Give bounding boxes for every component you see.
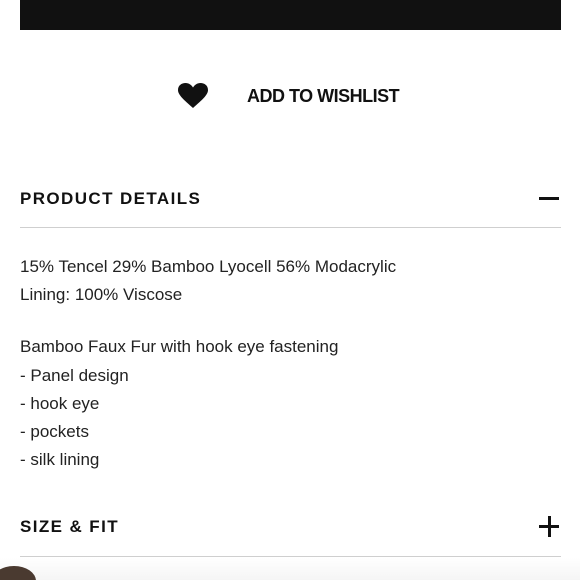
feature-item: - silk lining [20, 450, 100, 470]
feature-item: - pockets [20, 422, 89, 442]
divider [20, 227, 561, 228]
section-title: SIZE & FIT [20, 517, 119, 536]
add-to-wishlist-button[interactable]: ADD TO WISHLIST [178, 78, 400, 114]
divider [20, 556, 561, 557]
product-details-header[interactable]: PRODUCT DETAILS [20, 186, 561, 212]
wishlist-label: ADD TO WISHLIST [247, 85, 400, 106]
plus-icon[interactable] [538, 516, 560, 538]
description-line: Bamboo Faux Fur with hook eye fastening [20, 337, 339, 357]
product-page: ADD TO WISHLIST PRODUCT DETAILS 15% Tenc… [0, 0, 580, 580]
size-fit-header[interactable]: SIZE & FIT [20, 514, 561, 540]
section-title: PRODUCT DETAILS [20, 189, 202, 208]
feature-item: - Panel design [20, 365, 129, 385]
product-details-content: 15% Tencel 29% Bamboo Lyocell 56% Modacr… [20, 253, 560, 474]
bottom-fade [0, 558, 580, 580]
composition-line: 15% Tencel 29% Bamboo Lyocell 56% Modacr… [20, 257, 397, 276]
lining-line: Lining: 100% Viscose [20, 285, 183, 305]
add-to-bag-button[interactable] [20, 0, 561, 30]
minus-icon[interactable] [538, 188, 560, 210]
heart-icon [178, 83, 208, 108]
feature-item: - hook eye [20, 393, 100, 413]
